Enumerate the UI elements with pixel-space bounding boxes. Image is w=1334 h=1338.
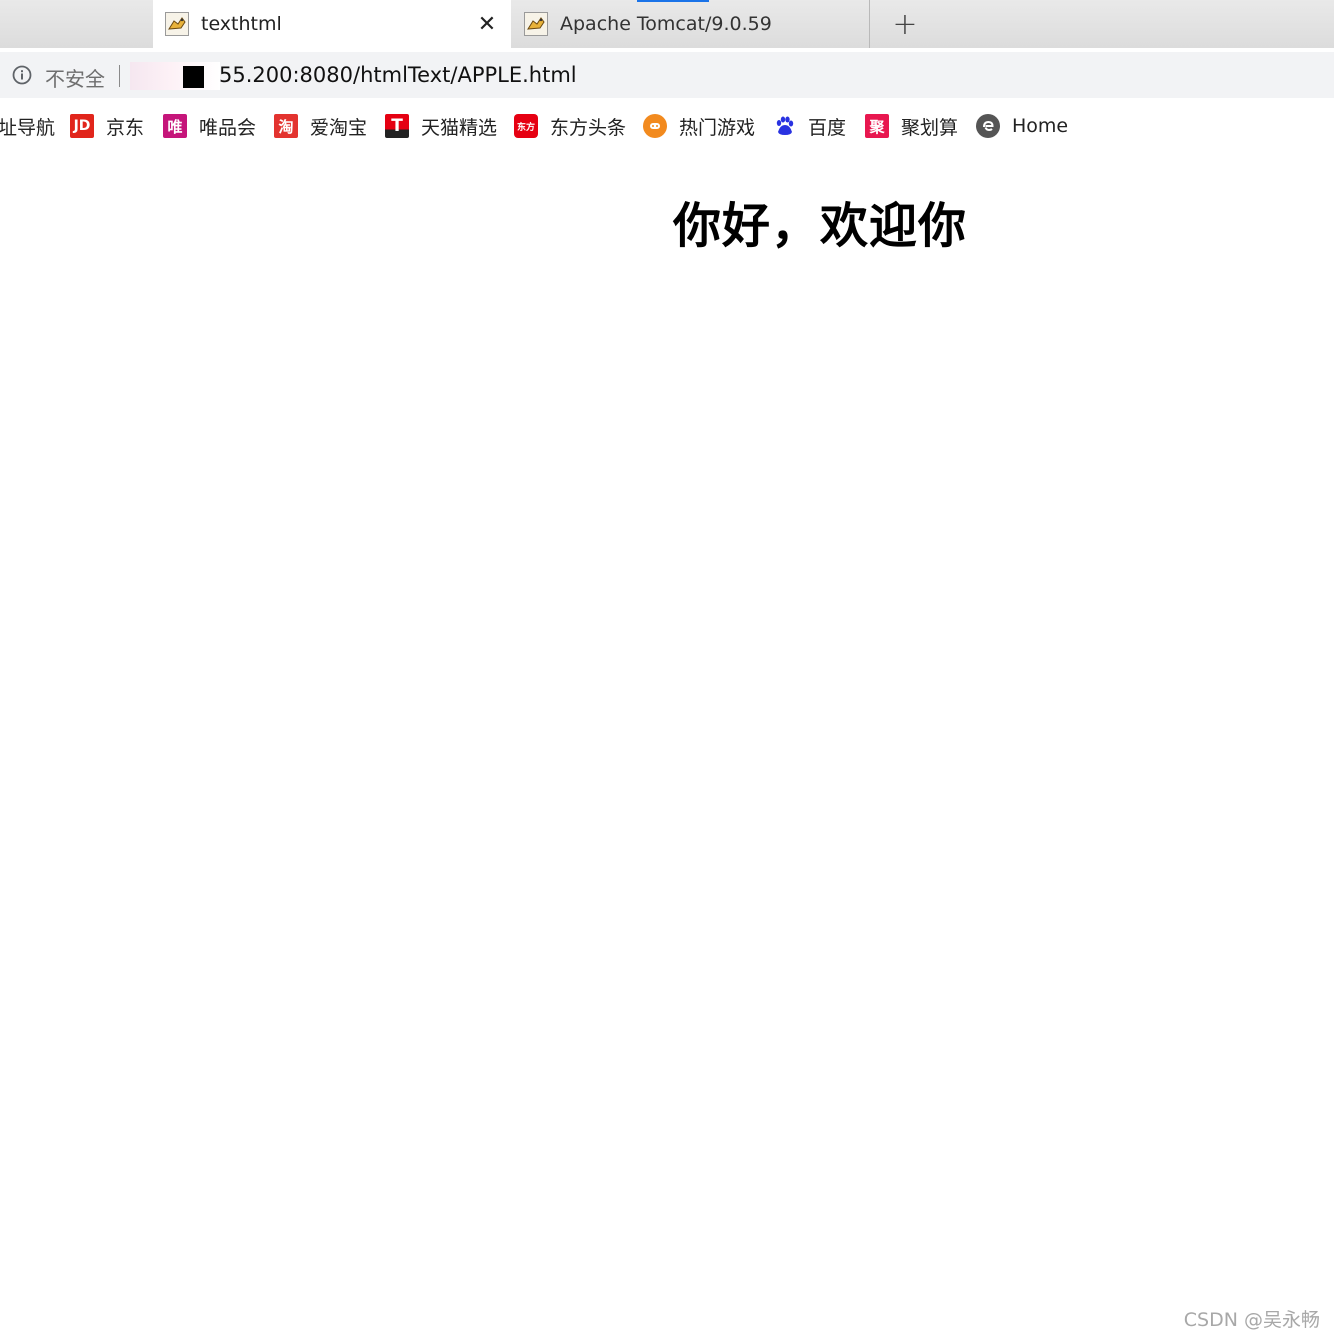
game-icon: [643, 114, 667, 138]
bookmark-taobao[interactable]: 淘 爱淘宝: [274, 112, 367, 140]
bookmark-home[interactable]: Home: [976, 112, 1068, 140]
tab-texthtml[interactable]: texthtml ✕: [153, 0, 511, 48]
tab-title: texthtml: [201, 13, 282, 35]
vip-icon: 唯: [163, 114, 187, 138]
bookmark-label: Home: [1012, 115, 1069, 137]
tab-apache-tomcat[interactable]: Apache Tomcat/9.0.59: [512, 0, 870, 48]
bookmark-baidu[interactable]: 百度: [772, 112, 846, 140]
bookmark-label: 唯品会: [199, 116, 257, 139]
bookmark-games[interactable]: 热门游戏: [643, 112, 755, 140]
bookmark-tmall[interactable]: T 天猫精选: [385, 112, 497, 140]
bookmark-nav[interactable]: 址导航: [0, 112, 55, 140]
redaction-blur: [130, 62, 220, 90]
baidu-paw-icon: [772, 114, 796, 138]
tomcat-icon: [165, 12, 189, 36]
page-heading: 你好，欢迎你: [673, 198, 968, 254]
redaction-block: [183, 66, 204, 88]
watermark: CSDN @吴永畅: [1183, 1309, 1320, 1331]
taobao-icon: 淘: [274, 114, 298, 138]
new-tab-button[interactable]: +: [890, 7, 920, 42]
info-icon[interactable]: [12, 65, 32, 85]
tab-strip: texthtml ✕ Apache Tomcat/9.0.59 +: [0, 0, 1334, 48]
juhuasuan-icon: 聚: [865, 114, 889, 138]
bookmark-label: 热门游戏: [679, 116, 756, 139]
bookmark-label: 天猫精选: [421, 116, 498, 139]
bookmark-jd[interactable]: JD 京东: [70, 112, 144, 140]
dongfang-icon: 东方: [514, 114, 538, 138]
close-icon[interactable]: ✕: [475, 12, 499, 37]
bookmark-label: 爱淘宝: [310, 116, 368, 139]
bookmark-juhuasuan[interactable]: 聚 聚划算: [865, 112, 958, 140]
bookmark-label: 址导航: [0, 116, 56, 139]
tmall-icon: T: [385, 114, 409, 138]
bookmarks-bar: 址导航 JD 京东 唯 唯品会 淘 爱淘宝 T 天猫精选 东方 东方头条 热门游…: [0, 104, 1334, 148]
url-text[interactable]: 55.200:8080/htmlText/APPLE.html: [219, 63, 577, 87]
divider: [119, 65, 120, 87]
bookmark-dongfang[interactable]: 东方 东方头条: [514, 112, 626, 140]
security-status-label[interactable]: 不安全: [45, 63, 105, 92]
edge-home-icon: [976, 114, 1000, 138]
jd-icon: JD: [70, 114, 94, 138]
bookmark-label: 京东: [106, 116, 145, 139]
tomcat-icon: [524, 12, 548, 36]
bookmark-label: 东方头条: [550, 116, 627, 139]
address-bar[interactable]: 不安全 55.200:8080/htmlText/APPLE.html: [0, 52, 1334, 98]
bookmark-label: 百度: [808, 116, 847, 139]
tab-title: Apache Tomcat/9.0.59: [560, 13, 772, 35]
bookmark-label: 聚划算: [901, 116, 959, 139]
bookmark-vip[interactable]: 唯 唯品会: [163, 112, 256, 140]
